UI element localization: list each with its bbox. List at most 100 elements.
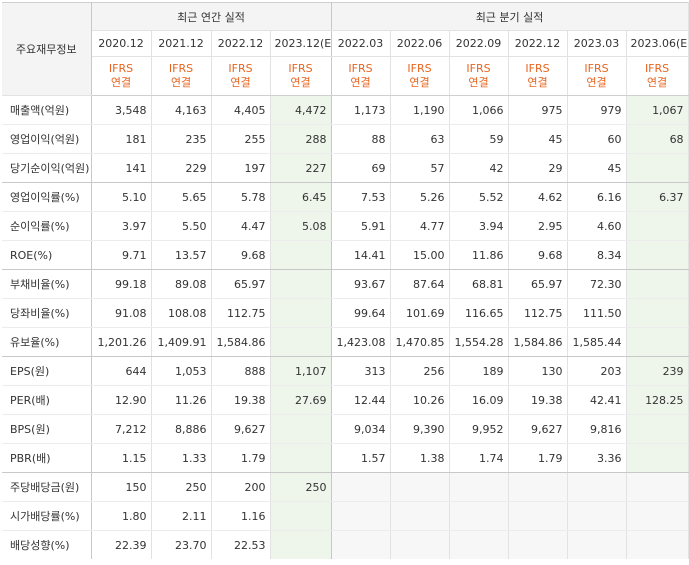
table-cell: 68 xyxy=(626,124,689,154)
table-cell: 27.69 xyxy=(270,385,332,415)
row-label: 주당배당금(원) xyxy=(2,472,92,502)
table-cell xyxy=(270,298,332,328)
table-cell: 14.41 xyxy=(331,240,391,270)
standard-line1: IFRS xyxy=(525,62,550,75)
row-label: PER(배) xyxy=(2,385,92,415)
table-cell: 6.37 xyxy=(626,182,689,212)
table-cell: 1.74 xyxy=(449,443,509,473)
table-cell: 1,053 xyxy=(151,356,212,386)
table-cell: 65.97 xyxy=(508,269,568,299)
table-row: ROE(%) 9.71 13.57 9.68 14.41 15.00 11.86 9.68 8.… xyxy=(2,240,689,270)
standard-line2: 연결 xyxy=(230,76,251,89)
table-cell: 9.68 xyxy=(508,240,568,270)
table-cell: 5.08 xyxy=(270,211,332,241)
table-cell: 4.47 xyxy=(211,211,271,241)
table-cell: 3,548 xyxy=(91,95,152,125)
row-label: 시가배당률(%) xyxy=(2,501,92,531)
table-cell: 313 xyxy=(331,356,391,386)
table-cell: 1,201.26 xyxy=(91,327,152,357)
standard-line1: IFRS xyxy=(288,62,313,75)
table-cell xyxy=(331,472,391,502)
table-cell: 12.90 xyxy=(91,385,152,415)
table-cell: 5.26 xyxy=(390,182,450,212)
period-header: 2023.03 xyxy=(567,30,627,57)
period-header: 2022.12 xyxy=(508,30,568,57)
period-header: 2023.06(E) xyxy=(626,30,689,57)
table-cell: 68.81 xyxy=(449,269,509,299)
standard-line2: 연결 xyxy=(409,76,430,89)
standard-header: IFRS 연결 xyxy=(270,56,332,96)
table-cell xyxy=(270,530,332,559)
table-row: 영업이익(억원) 181 235 255 288 88 63 59 45 60 68 xyxy=(2,124,689,154)
table-cell: 88 xyxy=(331,124,391,154)
table-cell: 1.79 xyxy=(508,443,568,473)
period-header: 2022.09 xyxy=(449,30,509,57)
table-row: 시가배당률(%) 1.80 2.11 1.16 xyxy=(2,501,689,531)
table-cell: 256 xyxy=(390,356,450,386)
table-cell: 250 xyxy=(151,472,212,502)
table-cell: 130 xyxy=(508,356,568,386)
table-cell: 101.69 xyxy=(390,298,450,328)
period-header: 2022.06 xyxy=(390,30,450,57)
table-cell: 229 xyxy=(151,153,212,183)
row-label: 배당성향(%) xyxy=(2,530,92,559)
table-cell: 13.57 xyxy=(151,240,212,270)
standard-line1: IFRS xyxy=(407,62,432,75)
row-label: 매출액(억원) xyxy=(2,95,92,125)
table-cell: 1,423.08 xyxy=(331,327,391,357)
table-cell: 6.16 xyxy=(567,182,627,212)
standard-header: IFRS 연결 xyxy=(508,56,568,96)
row-label: 유보율(%) xyxy=(2,327,92,357)
standard-line1: IFRS xyxy=(168,62,194,75)
standard-line2: 연결 xyxy=(170,76,192,89)
table-row: 유보율(%) 1,201.26 1,409.91 1,584.86 1,423.08 1,… xyxy=(2,327,689,357)
table-cell: 11.26 xyxy=(151,385,212,415)
table-cell: 5.50 xyxy=(151,211,212,241)
table-cell xyxy=(626,327,689,357)
period-header: 2022.12 xyxy=(211,30,271,57)
table-cell: 112.75 xyxy=(211,298,271,328)
table-row: PER(배) 12.90 11.26 19.38 27.69 12.44 10.26 16.0… xyxy=(2,385,689,415)
quarter-header: 최근 분기 실적 xyxy=(331,2,689,31)
row-label: 영업이익(억원) xyxy=(2,124,92,154)
table-cell: 2.11 xyxy=(151,501,212,531)
table-cell xyxy=(626,530,689,559)
table-cell xyxy=(270,269,332,299)
table-cell: 42.41 xyxy=(567,385,627,415)
table-cell xyxy=(567,530,627,559)
standard-line1: IFRS xyxy=(644,62,670,75)
table-cell: 5.91 xyxy=(331,211,391,241)
table-cell: 1,584.86 xyxy=(211,327,271,357)
table-cell: 23.70 xyxy=(151,530,212,559)
standard-header: IFRS 연결 xyxy=(449,56,509,96)
table-cell: 1,409.91 xyxy=(151,327,212,357)
table-cell xyxy=(508,530,568,559)
table-cell: 3.94 xyxy=(449,211,509,241)
table-cell xyxy=(270,501,332,531)
table-cell: 1,067 xyxy=(626,95,689,125)
period-header-row: 2020.12 2021.12 2022.12 2023.12(E) 2022.03 20… xyxy=(2,30,689,57)
table-body: 매출액(억원) 3,548 4,163 4,405 4,472 1,173 1,190 1,0… xyxy=(2,95,689,559)
table-cell: 141 xyxy=(91,153,152,183)
table-cell: 200 xyxy=(211,472,271,502)
table-cell xyxy=(626,472,689,502)
standard-line2: 연결 xyxy=(586,76,607,89)
row-label: ROE(%) xyxy=(2,240,92,270)
table-cell: 42 xyxy=(449,153,509,183)
table-cell: 1.57 xyxy=(331,443,391,473)
table-row: 당좌비율(%) 91.08 108.08 112.75 99.64 101.69 116.6… xyxy=(2,298,689,328)
table-cell: 69 xyxy=(331,153,391,183)
standard-header: IFRS 연결 xyxy=(567,56,627,96)
standard-header-row: IFRS 연결 IFRS 연결 IFRS 연결 IFRS 연결 IFRS 연결 IFRS 연결 IFRS… xyxy=(2,56,689,96)
table-cell: 108.08 xyxy=(151,298,212,328)
standard-line2: 연결 xyxy=(527,76,548,89)
table-cell xyxy=(449,472,509,502)
table-cell: 11.86 xyxy=(449,240,509,270)
table-cell: 7.53 xyxy=(331,182,391,212)
table-cell: 45 xyxy=(567,153,627,183)
table-cell: 111.50 xyxy=(567,298,627,328)
table-row: 영업이익률(%) 5.10 5.65 5.78 6.45 7.53 5.26 5.52 4.62… xyxy=(2,182,689,212)
table-cell: 112.75 xyxy=(508,298,568,328)
period-header: 2022.03 xyxy=(331,30,391,57)
table-row: BPS(원) 7,212 8,886 9,627 9,034 9,390 9,952 9,62… xyxy=(2,414,689,444)
